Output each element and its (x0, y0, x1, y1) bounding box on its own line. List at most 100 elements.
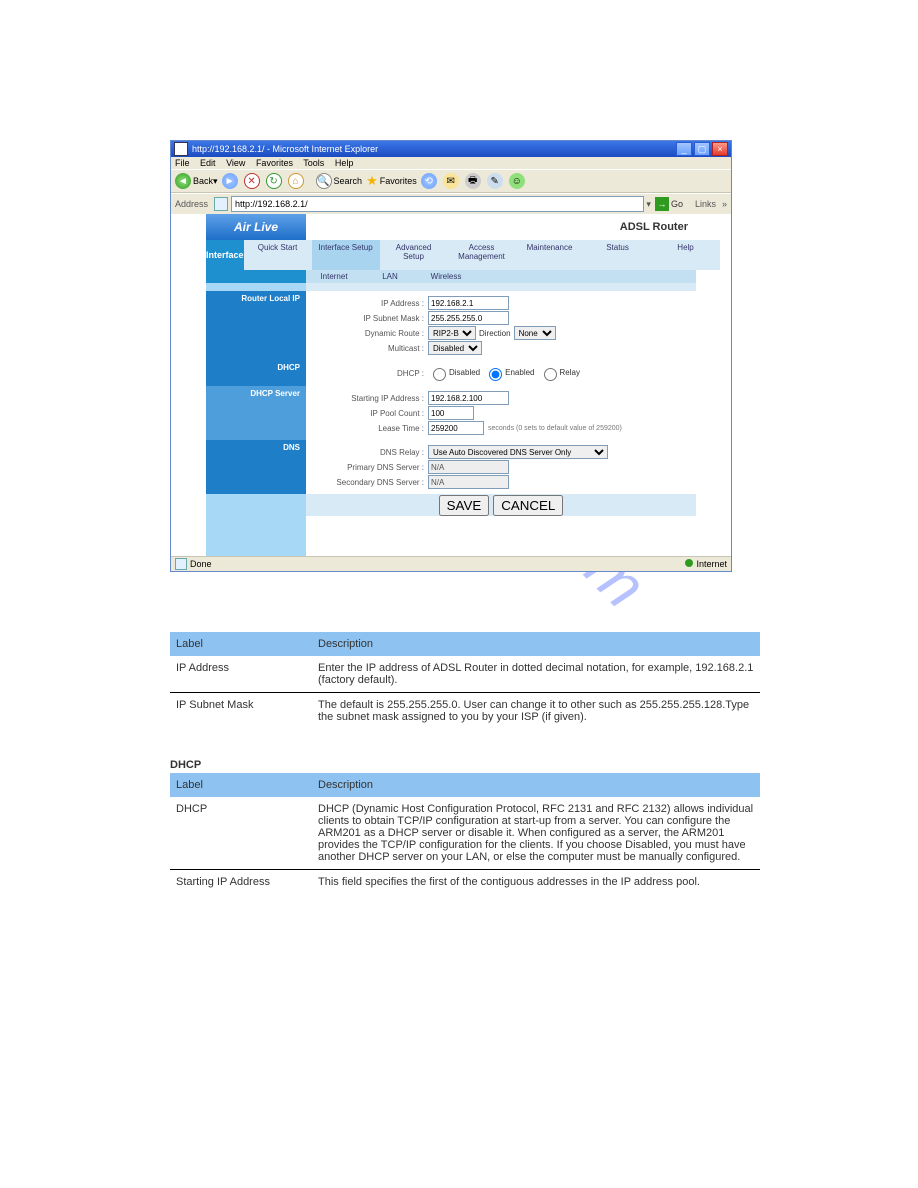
print-button[interactable]: 🖶 (465, 173, 483, 189)
doc-row-mask-label: IP Subnet Mask (170, 693, 312, 729)
direction-select[interactable]: None (514, 326, 556, 340)
doc-row-start-label: Starting IP Address (170, 870, 312, 894)
tab-status[interactable]: Status (584, 240, 652, 270)
forward-icon: ► (222, 173, 238, 189)
ie-content: Air Live ADSL Router Interface Quick Sta… (171, 214, 731, 556)
tab-access-management[interactable]: Access Management (448, 240, 516, 270)
edit-icon: ✎ (487, 173, 503, 189)
primary-dns-label: Primary DNS Server : (314, 463, 428, 472)
stop-button[interactable]: ✕ (244, 173, 262, 189)
messenger-button[interactable]: ☺ (509, 173, 527, 189)
subtab-internet[interactable]: Internet (306, 272, 362, 281)
save-button[interactable]: SAVE (439, 495, 490, 516)
mail-icon: ✉ (443, 173, 459, 189)
tab-advanced-setup[interactable]: Advanced Setup (380, 240, 448, 270)
print-icon: 🖶 (465, 173, 481, 189)
go-label: Go (671, 199, 683, 209)
doc-row-ip-label: IP Address (170, 656, 312, 693)
starting-ip-input[interactable] (428, 391, 509, 405)
dynamic-route-select[interactable]: RIP2-B (428, 326, 476, 340)
section-dhcp-server: DHCP Server (206, 386, 306, 440)
mail-button[interactable]: ✉ (443, 173, 461, 189)
ip-address-input[interactable] (428, 296, 509, 310)
back-button[interactable]: ◄Back ▾ (175, 173, 218, 189)
doc-row-dhcp-label: DHCP (170, 797, 312, 870)
subnet-mask-input[interactable] (428, 311, 509, 325)
home-icon: ⌂ (288, 173, 304, 189)
refresh-icon: ↻ (266, 173, 282, 189)
section-router-local-ip: Router Local IP (206, 291, 306, 360)
dns-relay-select[interactable]: Use Auto Discovered DNS Server Only (428, 445, 608, 459)
menu-help[interactable]: Help (335, 158, 354, 168)
primary-dns-input (428, 460, 509, 474)
back-icon: ◄ (175, 173, 191, 189)
titlebar: http://192.168.2.1/ - Microsoft Internet… (171, 141, 731, 157)
statusbar: Done Internet (171, 556, 731, 571)
go-button[interactable]: → (655, 197, 669, 211)
ie-icon (174, 142, 188, 156)
dhcp-disabled-radio[interactable]: Disabled (428, 365, 480, 381)
doc-dhcp-header-desc: Description (312, 773, 760, 797)
doc-tables: Label Description IP Address Enter the I… (170, 632, 760, 894)
stop-icon: ✕ (244, 173, 260, 189)
tab-interface-setup[interactable]: Interface Setup (312, 240, 380, 270)
sidebar-label: Interface (206, 240, 244, 270)
menu-tools[interactable]: Tools (303, 158, 324, 168)
forward-button[interactable]: ► (222, 173, 240, 189)
page-title: ADSL Router (306, 221, 696, 233)
ie-window: http://192.168.2.1/ - Microsoft Internet… (170, 140, 732, 572)
cancel-button[interactable]: CANCEL (493, 495, 563, 516)
home-button[interactable]: ⌂ (288, 173, 306, 189)
subtab-lan[interactable]: LAN (362, 272, 418, 281)
doc-row-ip-desc: Enter the IP address of ADSL Router in d… (312, 656, 760, 693)
menu-edit[interactable]: Edit (200, 158, 216, 168)
maximize-button[interactable]: ▢ (694, 142, 710, 156)
lease-time-input[interactable] (428, 421, 484, 435)
ip-address-label: IP Address : (314, 299, 428, 308)
close-button[interactable]: × (712, 142, 728, 156)
page-icon (214, 197, 228, 211)
router-page: Air Live ADSL Router Interface Quick Sta… (206, 214, 696, 556)
section-dns: DNS (206, 440, 306, 494)
history-icon: ⟲ (421, 173, 437, 189)
multicast-select[interactable]: Disabled (428, 341, 482, 355)
status-text: Done (190, 559, 212, 569)
dhcp-enabled-radio[interactable]: Enabled (484, 365, 534, 381)
doc-dhcp-header-label: Label (170, 773, 312, 797)
brand-logo: Air Live (206, 214, 306, 240)
main-tabs: Quick Start Interface Setup Advanced Set… (244, 240, 720, 270)
refresh-button[interactable]: ↻ (266, 173, 284, 189)
toolbar: ◄Back ▾ ► ✕ ↻ ⌂ 🔍Search ★Favorites ⟲ ✉ 🖶… (171, 169, 731, 193)
menu-view[interactable]: View (226, 158, 245, 168)
direction-label: Direction (479, 329, 511, 338)
menu-favorites[interactable]: Favorites (256, 158, 293, 168)
address-label: Address (175, 199, 208, 209)
multicast-label: Multicast : (314, 344, 428, 353)
dns-relay-label: DNS Relay : (314, 448, 428, 457)
tab-help[interactable]: Help (652, 240, 720, 270)
history-button[interactable]: ⟲ (421, 173, 439, 189)
doc-row-start-desc: This field specifies the first of the co… (312, 870, 760, 894)
dhcp-relay-radio[interactable]: Relay (539, 365, 580, 381)
dynamic-route-label: Dynamic Route : (314, 329, 428, 338)
subtab-wireless[interactable]: Wireless (418, 272, 474, 281)
doc-header-desc: Description (312, 632, 760, 656)
secondary-dns-label: Secondary DNS Server : (314, 478, 428, 487)
dhcp-label: DHCP : (314, 369, 428, 378)
search-button[interactable]: 🔍Search (316, 173, 363, 189)
minimize-button[interactable]: _ (676, 142, 692, 156)
links-label[interactable]: Links (695, 199, 716, 209)
doc-row-dhcp-desc: DHCP (Dynamic Host Configuration Protoco… (312, 797, 760, 870)
tab-maintenance[interactable]: Maintenance (516, 240, 584, 270)
favorites-button[interactable]: ★Favorites (366, 173, 417, 189)
messenger-icon: ☺ (509, 173, 525, 189)
address-input[interactable] (231, 196, 644, 212)
menubar: File Edit View Favorites Tools Help (171, 157, 731, 169)
edit-button[interactable]: ✎ (487, 173, 505, 189)
pool-count-input[interactable] (428, 406, 474, 420)
lease-time-note: seconds (0 sets to default value of 2592… (488, 425, 622, 432)
tab-quick-start[interactable]: Quick Start (244, 240, 312, 270)
menu-file[interactable]: File (175, 158, 190, 168)
subnet-mask-label: IP Subnet Mask : (314, 314, 428, 323)
lease-time-label: Lease Time : (314, 424, 428, 433)
